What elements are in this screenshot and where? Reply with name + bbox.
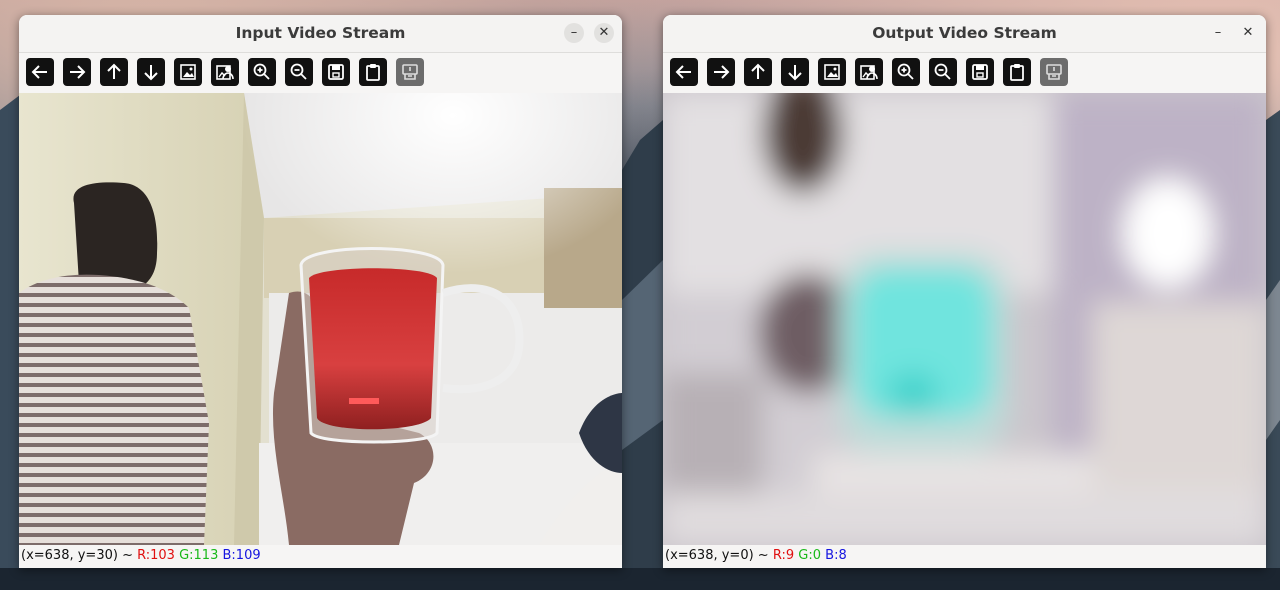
zoom-fit-button[interactable]	[211, 58, 239, 86]
cursor-coords: (x=638, y=0) ~	[665, 548, 769, 563]
image-person-icon	[216, 65, 234, 80]
red-value: R:103	[137, 548, 175, 563]
pan-left-button[interactable]	[26, 58, 54, 86]
zoom-out-icon	[934, 63, 951, 80]
save-button[interactable]	[966, 58, 994, 86]
properties-button[interactable]	[1040, 58, 1068, 86]
zoom-out-icon	[290, 63, 307, 80]
arrow-down-icon	[144, 65, 158, 81]
output-video-window: Output Video Stream – ✕ (x=638, y=0) ~ R…	[663, 15, 1266, 568]
pan-right-button[interactable]	[707, 58, 735, 86]
output-video-frame[interactable]	[663, 93, 1266, 545]
zoom-original-button[interactable]	[174, 58, 202, 86]
image-icon	[180, 64, 196, 80]
arrow-left-icon	[31, 65, 47, 79]
input-video-frame[interactable]	[19, 93, 622, 545]
pan-up-button[interactable]	[100, 58, 128, 86]
close-button[interactable]: ✕	[594, 23, 614, 43]
arrow-right-icon	[714, 65, 730, 79]
toolbar	[663, 53, 1266, 93]
titlebar[interactable]: Output Video Stream – ✕	[663, 15, 1266, 53]
pan-up-button[interactable]	[744, 58, 772, 86]
clipboard-icon	[366, 64, 380, 81]
arrow-up-icon	[751, 63, 765, 79]
pan-left-button[interactable]	[670, 58, 698, 86]
video-frame-image	[663, 93, 1266, 545]
window-title: Input Video Stream	[235, 24, 406, 42]
toolbar	[19, 53, 622, 93]
arrow-down-icon	[788, 65, 802, 81]
input-video-window: Input Video Stream – ✕ (x=638, y=30) ~ R…	[19, 15, 622, 568]
image-icon	[824, 64, 840, 80]
arrow-up-icon	[107, 63, 121, 79]
properties-icon	[402, 64, 418, 80]
video-frame-image	[19, 93, 622, 545]
zoom-out-button[interactable]	[929, 58, 957, 86]
arrow-right-icon	[70, 65, 86, 79]
minimize-button[interactable]: –	[1208, 23, 1228, 43]
save-icon	[972, 64, 988, 80]
status-bar: (x=638, y=30) ~ R:103 G:113 B:109	[19, 545, 622, 568]
zoom-original-button[interactable]	[818, 58, 846, 86]
status-bar: (x=638, y=0) ~ R:9 G:0 B:8	[663, 545, 1266, 568]
window-title: Output Video Stream	[872, 24, 1057, 42]
image-person-icon	[860, 65, 878, 80]
close-button[interactable]: ✕	[1238, 23, 1258, 43]
titlebar[interactable]: Input Video Stream – ✕	[19, 15, 622, 53]
minimize-button[interactable]: –	[564, 23, 584, 43]
copy-button[interactable]	[359, 58, 387, 86]
zoom-out-button[interactable]	[285, 58, 313, 86]
arrow-left-icon	[675, 65, 691, 79]
save-icon	[328, 64, 344, 80]
save-button[interactable]	[322, 58, 350, 86]
pan-down-button[interactable]	[781, 58, 809, 86]
blue-value: B:109	[222, 548, 261, 563]
copy-button[interactable]	[1003, 58, 1031, 86]
zoom-in-icon	[897, 63, 914, 80]
pan-right-button[interactable]	[63, 58, 91, 86]
blue-value: B:8	[825, 548, 847, 563]
green-value: G:0	[798, 548, 822, 563]
zoom-fit-button[interactable]	[855, 58, 883, 86]
properties-icon	[1046, 64, 1062, 80]
cursor-coords: (x=638, y=30) ~	[21, 548, 133, 563]
zoom-in-icon	[253, 63, 270, 80]
properties-button[interactable]	[396, 58, 424, 86]
pan-down-button[interactable]	[137, 58, 165, 86]
clipboard-icon	[1010, 64, 1024, 81]
zoom-in-button[interactable]	[892, 58, 920, 86]
zoom-in-button[interactable]	[248, 58, 276, 86]
red-value: R:9	[772, 548, 795, 563]
green-value: G:113	[179, 548, 219, 563]
